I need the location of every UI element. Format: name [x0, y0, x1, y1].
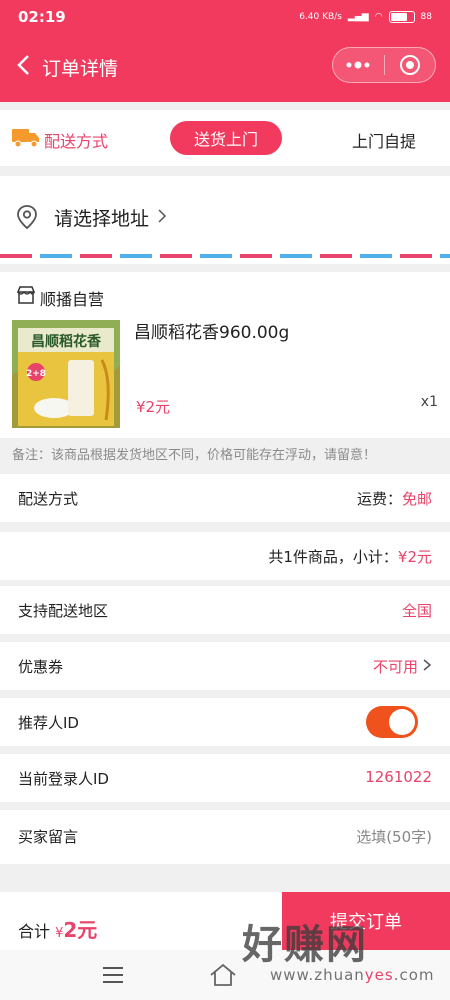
region-label: 支持配送地区 [18, 602, 109, 620]
total: 合计 ¥2元 [18, 914, 97, 943]
address-selector[interactable]: 请选择地址 [0, 176, 450, 264]
delivery-region-row: 支持配送地区 全国 [0, 586, 450, 634]
battery-level: 88 [420, 12, 432, 22]
watermark-text: 好赚网 [242, 922, 368, 968]
location-pin-icon [17, 205, 37, 230]
signal-icon: ▂▄▆ [347, 12, 369, 22]
rice-package-illustration: 昌顺稻花香 2+8 [12, 320, 120, 428]
product-name[interactable]: 昌顺稻花香960.00g [134, 318, 289, 343]
subtotal: 共1件商品，小计：¥2元 [268, 546, 432, 567]
total-value: 2元 [63, 918, 98, 942]
login-id-label: 当前登录人ID [18, 770, 109, 788]
battery-icon [388, 11, 415, 23]
referrer-toggle[interactable] [366, 706, 418, 738]
product-quantity: x1 [420, 394, 438, 410]
region-value: 全国 [401, 602, 432, 620]
back-arrow-icon[interactable] [12, 52, 38, 78]
wifi-icon: ◠ [374, 12, 383, 22]
address-stripe-divider [0, 254, 450, 258]
watermark-url: www.zhuanyes.com [270, 966, 435, 984]
login-id-value: 1261022 [365, 768, 432, 786]
status-time: 02:19 [18, 8, 66, 26]
shipping-fee-label: 运费： [356, 490, 402, 508]
status-bar: 02:19 6.40 KB/s ▂▄▆ ◠ 88 [0, 0, 450, 34]
shipping-fee-value: 免邮 [401, 490, 432, 508]
more-dots-icon [346, 61, 370, 69]
coupon-label: 优惠券 [18, 658, 64, 676]
referrer-row: 推荐人ID [0, 698, 450, 746]
subtotal-row: 共1件商品，小计：¥2元 [0, 532, 450, 580]
address-prompt: 请选择地址 [54, 208, 150, 230]
target-circle-icon [399, 55, 420, 75]
close-miniapp-button[interactable] [385, 48, 436, 82]
delivery-selector: 配送方式 送货上门 上门自提 [0, 110, 450, 166]
order-footer: 合计 ¥2元 提交订单 [0, 892, 450, 950]
product-price: ¥2元 [136, 398, 171, 416]
status-icons: 6.40 KB/s ▂▄▆ ◠ 88 [299, 11, 432, 23]
store-name: 顺播自营 [40, 290, 105, 309]
home-icon[interactable] [208, 962, 238, 988]
buyer-message-row: 买家留言 选填(50字) [0, 810, 450, 864]
menu-icon[interactable] [103, 967, 123, 988]
subtotal-text: 共1件商品，小计： [268, 548, 398, 566]
subtotal-value: ¥2元 [397, 548, 432, 566]
package-badge: 2+8 [26, 369, 46, 379]
page-title: 订单详情 [42, 58, 119, 80]
navbar: 订单详情 [0, 34, 450, 102]
store-icon [16, 286, 36, 304]
coupon-value: 不可用 [373, 656, 432, 677]
product-image[interactable]: 昌顺稻花香 2+8 [12, 320, 120, 428]
referrer-label: 推荐人ID [18, 714, 79, 732]
price-note: 备注：该商品根据发货地区不同，价格可能存在浮动，请留意！ [12, 448, 377, 463]
shipping-fee: 运费：免邮 [357, 488, 432, 509]
package-brand-text: 昌顺稻花香 [31, 333, 102, 350]
delivery-label: 配送方式 [44, 132, 109, 151]
login-id-row: 当前登录人ID 1261022 [0, 754, 450, 802]
total-label: 合计 [18, 922, 51, 941]
network-speed: 6.40 KB/s [299, 12, 342, 22]
goods-card: 顺播自营 昌顺稻花香 2+8 昌顺稻花香960.00g ¥2元 x1 [0, 272, 450, 438]
chevron-right-icon [423, 659, 432, 671]
option-home-delivery[interactable]: 送货上门 [170, 121, 282, 155]
chevron-right-icon [158, 209, 167, 223]
more-button[interactable] [333, 48, 384, 82]
miniapp-capsule [332, 47, 436, 83]
option-self-pickup[interactable]: 上门自提 [352, 128, 416, 152]
coupon-row[interactable]: 优惠券 不可用 [0, 642, 450, 690]
shipping-label: 配送方式 [18, 490, 79, 508]
buyer-message-label: 买家留言 [18, 828, 79, 846]
shipping-row: 配送方式 运费：免邮 [0, 474, 450, 522]
buyer-message-input[interactable]: 选填(50字) [356, 826, 432, 847]
truck-icon [12, 129, 39, 147]
